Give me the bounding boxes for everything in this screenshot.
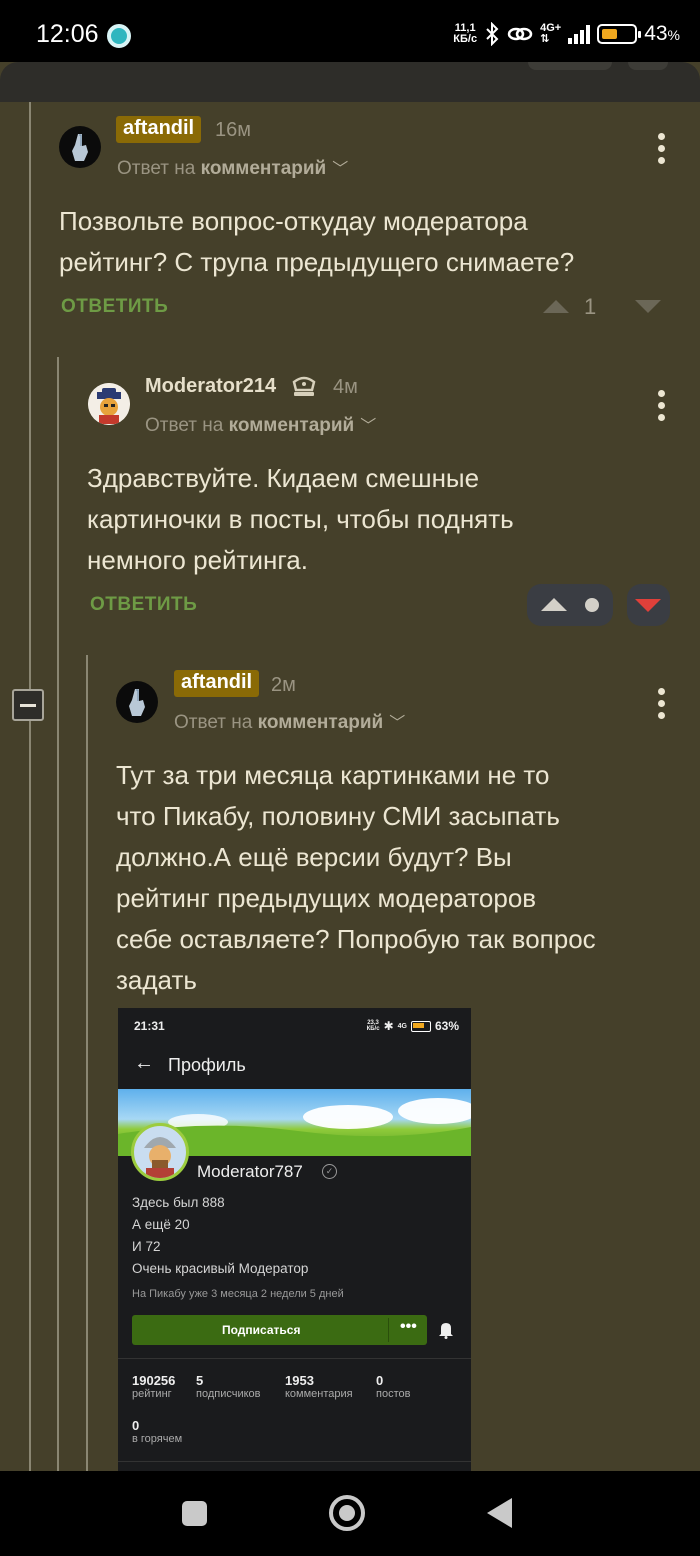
comment-time: 4м [333,376,358,398]
status-bar: 12:06 11,1 КБ/с 4G+ ⇅ 43% [0,0,700,62]
comment-author[interactable]: Moderator214 [145,375,276,398]
username-badge[interactable]: aftandil [174,670,260,697]
chevron-down-icon: ﹀ [389,715,406,732]
avatar[interactable] [88,383,130,425]
downvote-button[interactable] [627,584,670,626]
rating-count: 1 [584,294,597,319]
username-badge[interactable]: aftandil [116,116,202,143]
thread-line [86,655,88,1471]
more-options-icon[interactable] [658,390,666,426]
recents-button[interactable] [182,1501,207,1526]
avatar[interactable] [59,126,101,168]
thread-line [29,102,31,689]
downvote-icon[interactable] [635,599,661,612]
signal-icon [568,24,591,44]
system-nav-bar [0,1471,700,1556]
comment-text: Здравствуйте. Кидаем смешные картиночки в… [87,463,514,575]
more-options-icon[interactable] [658,133,666,169]
net-speed: 11,1 КБ/с [453,22,478,45]
profile-header-title: Профиль [168,1055,246,1075]
subscribe-button[interactable]: Подписаться ••• [132,1315,427,1345]
battery-icon [597,24,642,44]
comment-text: Тут за три месяца картинками не то что Пи… [116,760,596,995]
app-notification-icon [107,24,131,48]
profile-since: На Пикабу уже 3 месяца 2 недели 5 дней [132,1288,344,1300]
status-icons: 11,1 КБ/с 4G+ ⇅ 43% [453,20,680,48]
reply-button[interactable]: ОТВЕТИТЬ [90,594,197,616]
more-options-icon[interactable] [658,688,666,724]
back-arrow-icon[interactable]: ← [134,1052,154,1075]
comment-time: 16м [215,119,251,141]
rating-hidden-dot [585,598,599,612]
sheet-header [0,62,700,102]
profile-avatar [131,1123,189,1181]
image-status-bar: 21:31 23,3 КБ/с ✱ 4G 63% [134,1019,459,1033]
reply-button[interactable]: ОТВЕТИТЬ [61,296,168,318]
profile-username: Moderator787 [197,1162,303,1181]
chevron-down-icon: ﹀ [332,161,349,178]
status-time: 12:06 [36,20,99,48]
reply-to-link[interactable]: Ответ на комментарий ﹀ [145,412,376,437]
moderator-icon [292,376,316,396]
bluetooth-icon [486,22,499,46]
avatar[interactable] [116,681,158,723]
reply-to-link[interactable]: Ответ на комментарий ﹀ [174,709,405,734]
thread-line [29,721,31,1471]
verified-icon: ✓ [322,1164,337,1179]
upvote-icon[interactable] [541,598,567,611]
battery-level: 43% [644,22,680,45]
chevron-down-icon: ﹀ [360,418,377,435]
back-button[interactable] [487,1498,512,1528]
home-button[interactable] [329,1495,365,1531]
upvote-icon[interactable] [543,300,569,313]
more-icon: ••• [400,1318,417,1335]
vote-controls [527,584,613,626]
network-type: 4G+ ⇅ [540,22,562,45]
reply-to-link[interactable]: Ответ на комментарий ﹀ [117,155,348,180]
thread-line [57,357,59,1471]
comment-time: 2м [271,674,296,696]
collapse-thread-button[interactable] [12,689,44,721]
comment-text: Позвольте вопрос-откудау модератора рейти… [59,206,575,277]
profile-bio: Здесь был 888 А ещё 20 И 72 Очень красивый … [132,1195,309,1276]
downvote-icon[interactable] [635,300,661,313]
bell-icon[interactable] [438,1321,454,1339]
link-icon [507,27,533,41]
comment-image[interactable]: 21:31 23,3 КБ/с ✱ 4G 63% ← Профиль Moderat… [118,1008,471,1471]
